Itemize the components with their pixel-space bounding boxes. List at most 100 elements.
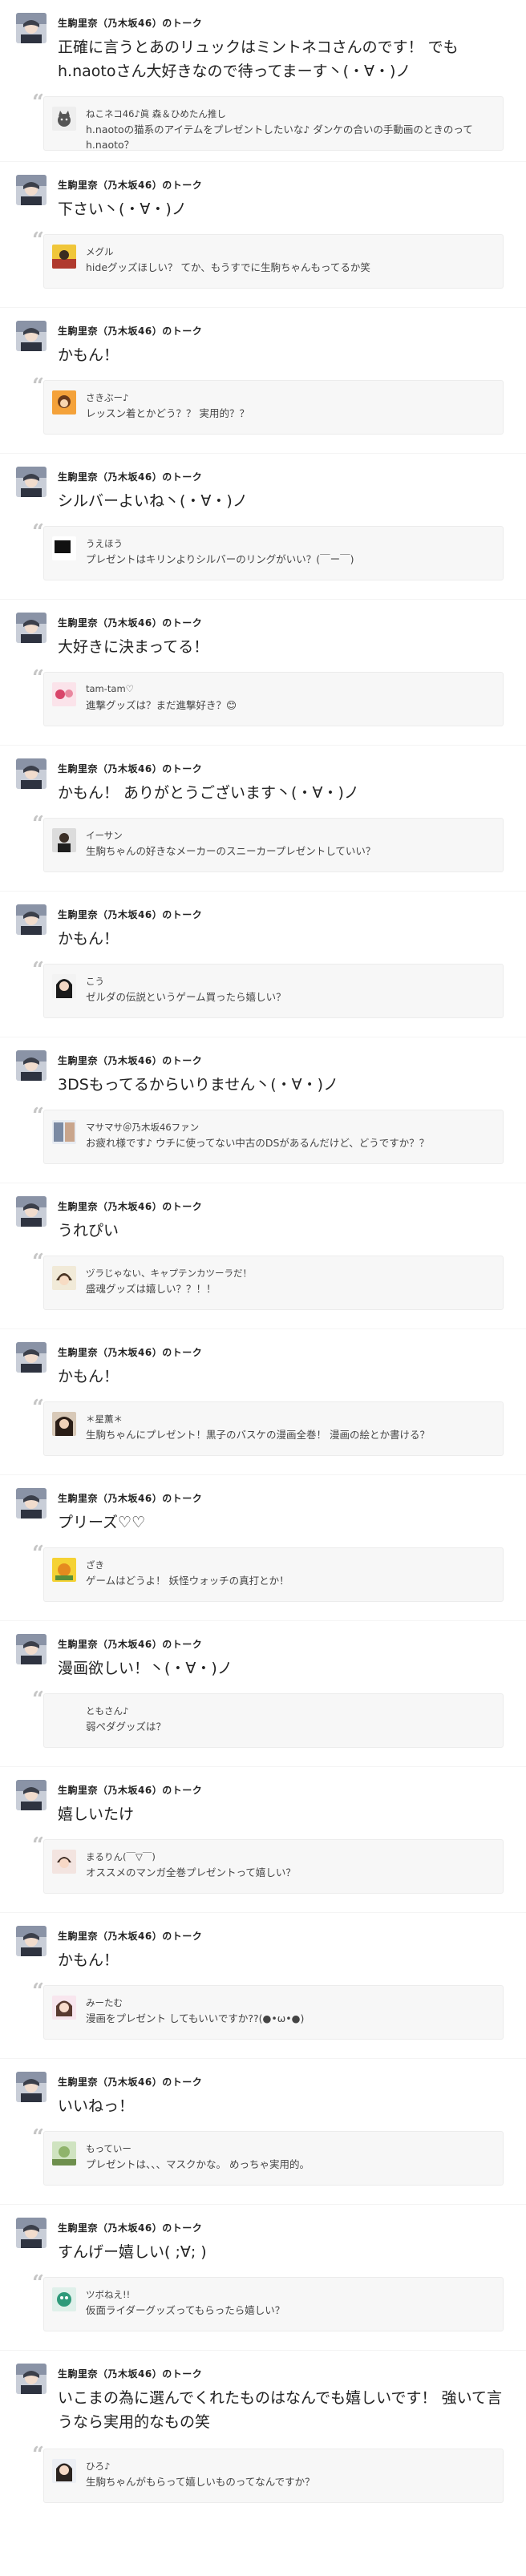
host-name[interactable]: 生駒里奈（乃木坂46）のトーク [58, 324, 202, 338]
quoted-question[interactable]: ヅラじゃない、キャプテンカツーラだ！ 盛魂グッズは嬉しい？？！！ [43, 1256, 504, 1310]
quote-user-name[interactable]: ヅラじゃない、キャプテンカツーラだ！ [86, 1267, 252, 1280]
cat-avatar-icon[interactable] [52, 107, 76, 131]
host-avatar[interactable] [16, 1050, 47, 1081]
quoted-question[interactable]: ツボねえ!! 仮面ライダーグッズってもらったら嬉しい？ [43, 2277, 504, 2331]
quote-text: 生駒ちゃんがもらって嬉しいものってなんですか？ [86, 2476, 315, 2488]
quoted-question[interactable]: ざき ゲームはどうよ！ 妖怪ウォッチの真打とか！ [43, 1547, 504, 1602]
host-avatar[interactable] [16, 2364, 47, 2394]
quoted-question[interactable]: ＊星薫＊ 生駒ちゃんにプレゼント！黒子のバスケの漫画全巻！ 漫画の絵とか書ける？ [43, 1401, 504, 1456]
host-name[interactable]: 生駒里奈（乃木坂46）のトーク [58, 16, 202, 30]
kid-avatar-icon[interactable] [52, 1850, 76, 1874]
yellow-avatar-icon[interactable] [52, 1558, 76, 1582]
nature-avatar-icon[interactable] [52, 2141, 76, 2166]
host-name[interactable]: 生駒里奈（乃木坂46）のトーク [58, 908, 202, 921]
portrait-avatar-icon[interactable] [52, 1412, 76, 1436]
quote-user-name[interactable]: ひろ♪ [86, 2460, 110, 2473]
quoted-question[interactable]: さきぶー♪ レッスン着とかどう？？ 実用的？？ [43, 380, 504, 435]
dark-avatar-icon[interactable] [52, 536, 76, 560]
quote-user-name[interactable]: ツボねえ!! [86, 2288, 130, 2301]
talk-item: 生駒里奈（乃木坂46）のトーク 嬉しいたけ “ まるりん(￣▽￣) オススメのマ… [0, 1767, 526, 1913]
quote-user-name[interactable]: tam-tam♡ [86, 683, 134, 694]
idol-avatar-icon[interactable] [52, 2459, 76, 2483]
host-name[interactable]: 生駒里奈（乃木坂46）のトーク [58, 616, 202, 629]
quoted-question[interactable]: tam-tam♡ 進撃グッズは？まだ進撃好き？😊 [43, 672, 504, 726]
quote-user-name[interactable]: さきぶー♪ [86, 391, 128, 404]
quote-text: hideグッズほしい？ てか、もうすでに生駒ちゃんもってるか笑 [86, 261, 370, 273]
pink-avatar-icon[interactable] [52, 1996, 76, 2020]
quoted-question[interactable]: ともさん♪ 弱ペダグッズは？ [43, 1693, 504, 1748]
anime-avatar-icon[interactable] [52, 1266, 76, 1290]
host-avatar[interactable] [16, 2218, 47, 2248]
quote-user-name[interactable]: うえほう [86, 537, 123, 550]
host-avatar[interactable] [16, 467, 47, 497]
quoted-question[interactable]: こう ゼルダの伝説というゲーム買ったら嬉しい？ [43, 964, 504, 1018]
host-avatar[interactable] [16, 758, 47, 789]
quoted-question[interactable]: イーサン 生駒ちゃんの好きなメーカーのスニーカープレゼントしていい？ [43, 818, 504, 872]
host-avatar[interactable] [16, 1342, 47, 1373]
talk-item: 生駒里奈（乃木坂46）のトーク 大好きに決まってる！ “ tam-tam♡ 進撃… [0, 600, 526, 746]
reply-text: シルバーよいね丶(・∀・)ノ [58, 492, 248, 510]
quoted-question[interactable]: もっていー プレゼントは、、、マスクかな。 めっちゃ実用的。 [43, 2131, 504, 2186]
quoted-question[interactable]: ひろ♪ 生駒ちゃんがもらって嬉しいものってなんですか？ [43, 2449, 504, 2503]
host-avatar[interactable] [16, 2072, 47, 2102]
quote-user-name[interactable]: みーたむ [86, 1996, 123, 2009]
quote-mark-icon: “ [32, 1834, 44, 1858]
quote-mark-icon: “ [32, 1104, 44, 1128]
guitar-avatar-icon[interactable] [52, 245, 76, 269]
host-name[interactable]: 生駒里奈（乃木坂46）のトーク [58, 762, 202, 775]
host-avatar[interactable] [16, 175, 47, 205]
host-avatar[interactable] [16, 1488, 47, 1519]
quote-text: 進撃グッズは？まだ進撃好き？😊 [86, 699, 237, 711]
quote-user-name[interactable]: メグル [86, 245, 114, 258]
host-avatar[interactable] [16, 1634, 47, 1664]
girl-avatar-icon[interactable] [52, 974, 76, 998]
host-name[interactable]: 生駒里奈（乃木坂46）のトーク [58, 1637, 202, 1651]
quote-user-name[interactable]: イーサン [86, 829, 123, 842]
host-avatar[interactable] [16, 904, 47, 935]
host-avatar[interactable] [16, 1780, 47, 1810]
host-avatar[interactable] [16, 13, 47, 43]
quote-user-name[interactable]: ざき [86, 1559, 104, 1571]
reply-text: かもん！ [58, 346, 119, 364]
reply-text: かもん！ [58, 1951, 119, 1969]
photo-avatar-icon[interactable] [52, 1120, 76, 1144]
quote-user-name[interactable]: こう [86, 975, 104, 988]
quote-user-name[interactable]: ねこネコ46♪眞 森＆ひめたん推し [86, 107, 226, 120]
host-name[interactable]: 生駒里奈（乃木坂46）のトーク [58, 178, 202, 192]
quoted-question[interactable]: うえほう プレゼントはキリンよりシルバーのリングがいい？(￣ー￣) [43, 526, 504, 580]
host-name[interactable]: 生駒里奈（乃木坂46）のトーク [58, 1053, 202, 1067]
quote-user-name[interactable]: ともさん♪ [86, 1705, 128, 1717]
host-avatar[interactable] [16, 321, 47, 351]
host-avatar[interactable] [16, 1196, 47, 1227]
blank-avatar-icon[interactable] [52, 1704, 76, 1728]
quoted-question[interactable]: まるりん(￣▽￣) オススメのマンガ全巻プレゼントって嬉しい？ [43, 1839, 504, 1894]
host-avatar[interactable] [16, 1926, 47, 1956]
quote-user-name[interactable]: まるりん(￣▽￣) [86, 1850, 156, 1863]
quote-user-name[interactable]: もっていー [86, 2142, 132, 2155]
host-name[interactable]: 生駒里奈（乃木坂46）のトーク [58, 470, 202, 483]
host-name[interactable]: 生駒里奈（乃木坂46）のトーク [58, 2221, 202, 2234]
person-avatar-icon[interactable] [52, 828, 76, 852]
host-name[interactable]: 生駒里奈（乃木坂46）のトーク [58, 1783, 202, 1797]
host-name[interactable]: 生駒里奈（乃木坂46）のトーク [58, 2367, 202, 2380]
reply-text: かもん！ [58, 930, 119, 948]
quoted-question[interactable]: ねこネコ46♪眞 森＆ひめたん推し h.naotoの猫系のアイテムをプレゼントし… [43, 96, 504, 151]
quote-user-name[interactable]: ＊星薫＊ [86, 1413, 123, 1425]
quoted-question[interactable]: メグル hideグッズほしい？ てか、もうすでに生駒ちゃんもってるか笑 [43, 234, 504, 289]
quote-text: レッスン着とかどう？？ 実用的？？ [86, 407, 249, 419]
quote-user-name[interactable]: マサマサ＠乃木坂46ファン [86, 1121, 199, 1134]
host-name[interactable]: 生駒里奈（乃木坂46）のトーク [58, 1345, 202, 1359]
green-avatar-icon[interactable] [52, 2287, 76, 2311]
host-name[interactable]: 生駒里奈（乃木坂46）のトーク [58, 1199, 202, 1213]
host-avatar[interactable] [16, 613, 47, 643]
quoted-question[interactable]: みーたむ 漫画をプレゼント してもいいですか??(●•ω•●) [43, 1985, 504, 2040]
character-avatar-icon[interactable] [52, 390, 76, 415]
host-name[interactable]: 生駒里奈（乃木坂46）のトーク [58, 2075, 202, 2089]
host-name[interactable]: 生駒里奈（乃木坂46）のトーク [58, 1929, 202, 1943]
flower-avatar-icon[interactable] [52, 682, 76, 706]
quote-mark-icon: “ [32, 1542, 44, 1566]
quoted-question[interactable]: マサマサ＠乃木坂46ファン お疲れ様です♪ ウチに使ってない中古のDSがあるんだ… [43, 1110, 504, 1164]
talk-item: 生駒里奈（乃木坂46）のトーク かもん！ ありがとうございます丶(・∀・)ノ “… [0, 746, 526, 892]
talk-item: 生駒里奈（乃木坂46）のトーク かもん！ “ こう ゼルダの伝説というゲーム買っ… [0, 892, 526, 1037]
host-name[interactable]: 生駒里奈（乃木坂46）のトーク [58, 1491, 202, 1505]
